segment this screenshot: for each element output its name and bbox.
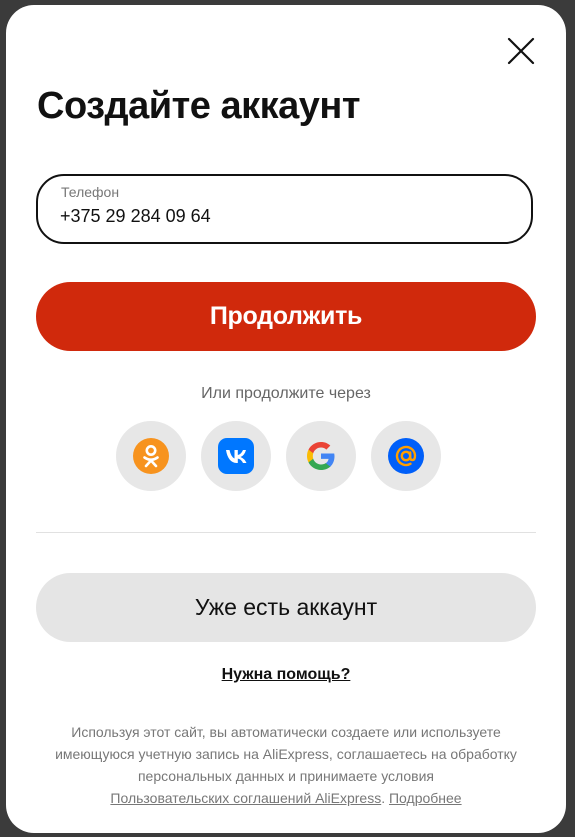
existing-account-button[interactable]: Уже есть аккаунт <box>36 573 536 642</box>
mail-ru-login-button[interactable] <box>371 421 441 491</box>
legal-separator: . <box>381 790 386 806</box>
alt-login-prompt: Или продолжите через <box>201 385 371 402</box>
phone-field-label: Телефон <box>61 184 120 200</box>
phone-field[interactable]: Телефон +375 29 284 09 64 <box>36 174 533 244</box>
help-link-row: Нужна помощь? <box>6 666 566 684</box>
vk-icon <box>218 438 254 474</box>
odnoklassniki-icon <box>133 438 169 474</box>
help-link[interactable]: Нужна помощь? <box>222 666 351 683</box>
vk-login-button[interactable] <box>201 421 271 491</box>
odnoklassniki-login-button[interactable] <box>116 421 186 491</box>
mail-ru-icon <box>388 438 424 474</box>
more-info-link[interactable]: Подробнее <box>389 790 462 806</box>
google-icon <box>307 442 335 470</box>
page-title: Создайте аккаунт <box>37 85 360 127</box>
close-button[interactable] <box>505 35 537 67</box>
close-icon <box>507 37 535 65</box>
continue-button[interactable]: Продолжить <box>36 282 536 351</box>
legal-text: Используя этот сайт, вы автоматически со… <box>55 724 517 784</box>
phone-input[interactable]: +375 29 284 09 64 <box>60 206 211 227</box>
legal-notice: Используя этот сайт, вы автоматически со… <box>36 721 536 809</box>
section-divider <box>36 532 536 533</box>
user-agreements-link[interactable]: Пользовательских соглашений AliExpress <box>110 790 381 806</box>
signup-modal: Создайте аккаунт Телефон +375 29 284 09 … <box>6 5 566 833</box>
google-login-button[interactable] <box>286 421 356 491</box>
